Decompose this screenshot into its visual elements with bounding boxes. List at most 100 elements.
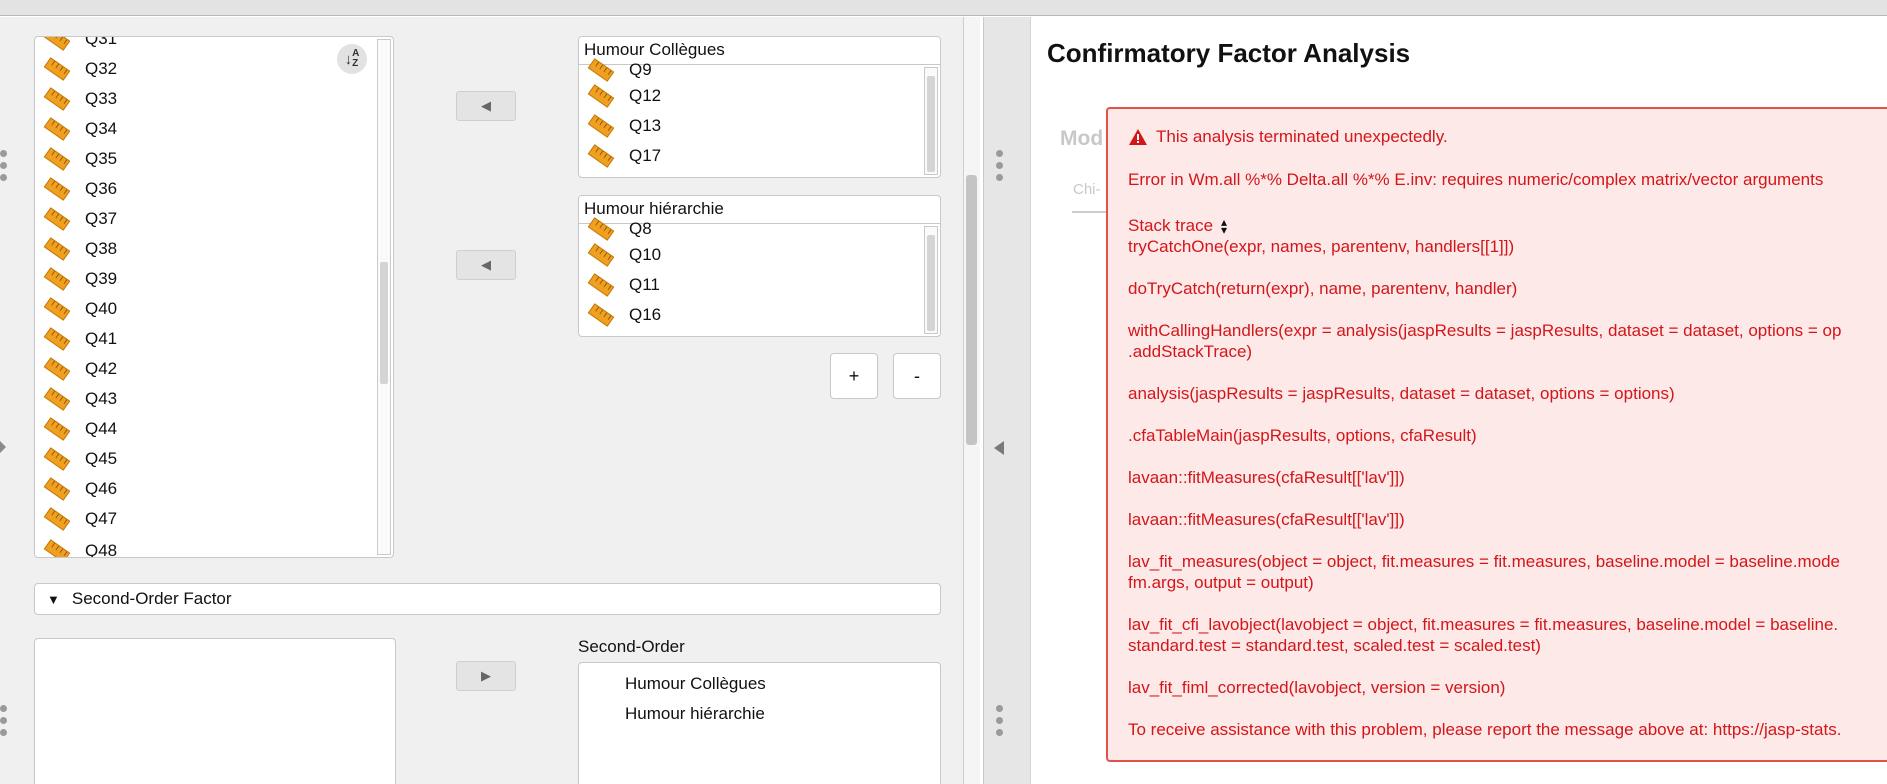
stack-line: lav_fit_fiml_corrected(lavobject, versio… xyxy=(1128,678,1506,697)
factor-scrollbar[interactable] xyxy=(924,67,938,175)
list-item[interactable]: Q11 xyxy=(587,270,660,300)
stack-trace-toggle[interactable]: Stack trace ▴ ▾ xyxy=(1128,216,1227,236)
list-item[interactable]: Q12 xyxy=(587,81,661,111)
scale-icon xyxy=(43,37,71,51)
list-item[interactable]: Q45 xyxy=(43,444,117,474)
scale-icon xyxy=(587,243,615,267)
splitter[interactable] xyxy=(983,17,1031,784)
stack-line: lav_fit_cfi_lavobject(lavobject = object… xyxy=(1128,615,1839,634)
second-order-available-list[interactable] xyxy=(34,638,396,784)
page-title: Confirmatory Factor Analysis xyxy=(1047,38,1411,68)
scale-icon xyxy=(587,303,615,327)
scale-icon xyxy=(587,84,615,108)
list-item[interactable]: Q33 xyxy=(43,84,117,114)
assistance-message: To receive assistance with this problem,… xyxy=(1128,720,1842,739)
stack-line: doTryCatch(return(expr), name, parentenv… xyxy=(1128,279,1518,298)
list-item[interactable]: Q39 xyxy=(43,264,117,294)
scrollbar-thumb[interactable] xyxy=(927,235,935,331)
list-item[interactable]: Q32 xyxy=(43,54,117,84)
stack-line: lavaan::fitMeasures(cfaResult[['lav']]) xyxy=(1128,468,1405,487)
list-item[interactable]: Q34 xyxy=(43,114,117,144)
scale-icon xyxy=(43,177,71,201)
assign-arrow-left-2[interactable]: ◀ xyxy=(456,250,516,280)
list-item[interactable]: Q37 xyxy=(43,204,117,234)
list-item[interactable]: Q35 xyxy=(43,144,117,174)
factor-box-2[interactable]: Humour hiérarchie Q8 Q10 Q11 Q16 xyxy=(578,195,941,337)
scale-icon xyxy=(43,207,71,231)
remove-factor-button[interactable]: - xyxy=(893,353,941,399)
scale-icon xyxy=(587,58,615,82)
scale-icon xyxy=(43,147,71,171)
factor-box-1[interactable]: Humour Collègues Q9 Q12 Q13 Q17 xyxy=(578,36,941,178)
scale-icon xyxy=(587,273,615,297)
assign-arrow-right[interactable]: ▶ xyxy=(456,661,516,691)
stack-line: withCallingHandlers(expr = analysis(jasp… xyxy=(1128,321,1842,340)
error-box: This analysis terminated unexpectedly. E… xyxy=(1106,107,1887,762)
scrollbar-thumb[interactable] xyxy=(966,175,977,445)
stack-line: tryCatchOne(expr, names, parentenv, hand… xyxy=(1128,237,1515,256)
top-bar xyxy=(0,0,1887,16)
list-item[interactable]: Humour Collègues xyxy=(625,669,766,699)
expand-triangle-icon: ▼ xyxy=(47,591,60,607)
warning-icon xyxy=(1129,129,1147,145)
scale-icon xyxy=(43,477,71,501)
panel-handle-left-bottom[interactable] xyxy=(0,705,7,741)
variables-scrollbar[interactable] xyxy=(377,39,391,555)
scale-icon xyxy=(43,417,71,441)
scale-icon xyxy=(587,114,615,138)
list-item[interactable]: Q36 xyxy=(43,174,117,204)
scale-icon xyxy=(43,117,71,141)
splitter-handle-bottom[interactable] xyxy=(996,705,1003,741)
scale-icon xyxy=(43,237,71,261)
add-factor-button[interactable]: + xyxy=(830,353,878,399)
list-item[interactable]: Humour hiérarchie xyxy=(625,699,765,729)
scale-icon xyxy=(43,57,71,81)
list-item[interactable]: Q10 xyxy=(587,240,661,270)
second-order-list[interactable]: Humour Collègues Humour hiérarchie xyxy=(578,662,941,784)
stack-line: lav_fit_measures(object = object, fit.me… xyxy=(1128,552,1841,571)
collapse-left-icon[interactable] xyxy=(0,441,6,453)
variables-list[interactable]: Q31 Q32 Q33 Q34 Q35 Q36 Q37 Q38 Q39 Q40 Q41 Q42 Q43… xyxy=(34,36,394,558)
scale-icon xyxy=(43,267,71,291)
list-item[interactable]: Q16 xyxy=(587,300,661,330)
list-item[interactable]: Q17 xyxy=(587,141,661,171)
list-item[interactable]: Q48 xyxy=(43,536,117,557)
scale-icon xyxy=(43,357,71,381)
scale-icon xyxy=(43,387,71,411)
model-fit-heading: Mod xyxy=(1060,127,1104,150)
list-item[interactable]: Q43 xyxy=(43,384,117,414)
stack-line: analysis(jaspResults = jaspResults, data… xyxy=(1128,384,1675,403)
stack-line: .cfaTableMain(jaspResults, options, cfaR… xyxy=(1128,426,1477,445)
sort-icon[interactable]: ↓ A Z xyxy=(337,44,367,74)
panel-handle-left-top[interactable] xyxy=(0,150,7,186)
assign-arrow-left-1[interactable]: ◀ xyxy=(456,91,516,121)
list-item[interactable]: Q44 xyxy=(43,414,117,444)
list-item[interactable]: Q40 xyxy=(43,294,117,324)
scrollbar-thumb[interactable] xyxy=(927,76,935,172)
list-item[interactable]: Q46 xyxy=(43,474,117,504)
sort-toggle-icon: ▴ ▾ xyxy=(1221,215,1228,237)
list-item[interactable]: Q41 xyxy=(43,324,117,354)
factor-scrollbar[interactable] xyxy=(924,226,938,334)
collapse-arrow-icon[interactable] xyxy=(994,441,1004,455)
stack-line: .addStackTrace) xyxy=(1128,342,1253,361)
splitter-handle-top[interactable] xyxy=(996,150,1003,186)
options-scrollbar[interactable] xyxy=(963,17,980,784)
list-item[interactable]: Q38 xyxy=(43,234,117,264)
scale-icon xyxy=(43,297,71,321)
list-item[interactable]: Q47 xyxy=(43,504,117,534)
stack-line: lavaan::fitMeasures(cfaResult[['lav']]) xyxy=(1128,510,1405,529)
error-headline: This analysis terminated unexpectedly. xyxy=(1128,127,1448,147)
scale-icon xyxy=(43,539,71,557)
list-item[interactable]: Q42 xyxy=(43,354,117,384)
second-order-label: Second-Order xyxy=(578,637,685,656)
list-item[interactable]: Q13 xyxy=(587,111,661,141)
scale-icon xyxy=(43,447,71,471)
table-header: Chi- xyxy=(1073,181,1101,198)
list-item[interactable]: Q31 xyxy=(43,37,117,54)
second-order-section-header[interactable]: ▼ Second-Order Factor xyxy=(34,583,941,615)
scrollbar-thumb[interactable] xyxy=(380,262,388,384)
scale-icon xyxy=(43,507,71,531)
scale-icon xyxy=(587,144,615,168)
scale-icon xyxy=(43,327,71,351)
